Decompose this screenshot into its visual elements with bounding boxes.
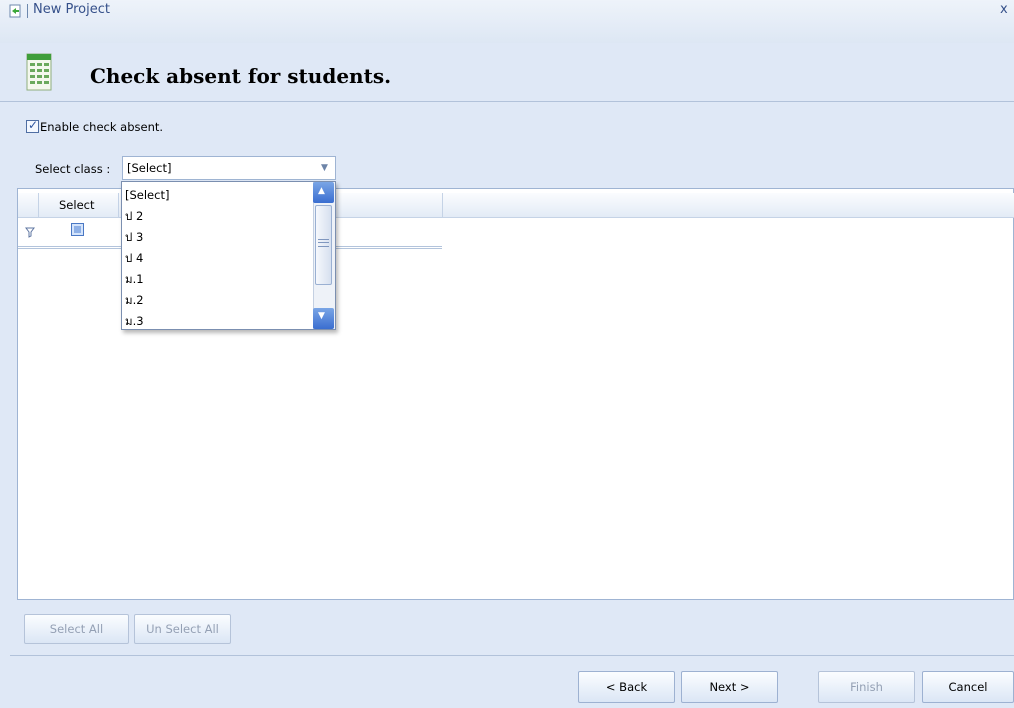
footer-divider [10, 655, 1014, 656]
cancel-button[interactable]: Cancel [922, 671, 1014, 703]
class-select-value: [Select] [127, 161, 172, 175]
dropdown-option[interactable]: ป 4 [125, 251, 143, 272]
grid-row-indicator-header [18, 193, 39, 217]
spreadsheet-icon [24, 52, 58, 94]
select-class-label: Select class : [35, 162, 111, 176]
page-title: Check absent for students. [90, 64, 392, 88]
unselect-all-button[interactable]: Un Select All [134, 614, 231, 644]
dropdown-option[interactable]: ป 3 [125, 230, 143, 251]
column-header-select-label: Select [59, 198, 95, 212]
dropdown-option[interactable]: [Select] [125, 188, 169, 209]
dropdown-option[interactable]: ม.2 [125, 293, 144, 314]
chevron-up-icon: ▲ [318, 186, 325, 196]
chevron-down-icon[interactable]: ▼ [321, 163, 328, 173]
filter-icon [25, 227, 35, 241]
filter-select-checkbox-fill [74, 226, 81, 233]
title-bar [0, 0, 1014, 43]
dropdown-option[interactable]: ม.1 [125, 272, 144, 293]
dropdown-option[interactable]: ม.3 [125, 314, 144, 335]
title-separator [27, 4, 28, 18]
chevron-down-icon: ▼ [318, 311, 325, 321]
app-icon [8, 4, 22, 18]
dropdown-option[interactable]: ป 2 [125, 209, 143, 230]
select-all-button[interactable]: Select All [24, 614, 129, 644]
back-button[interactable]: < Back [578, 671, 675, 703]
finish-button[interactable]: Finish [818, 671, 915, 703]
checkmark-icon: ✓ [28, 118, 39, 132]
window-title: New Project [33, 2, 110, 17]
close-button[interactable]: x [1000, 2, 1014, 18]
grip-icon [318, 239, 329, 247]
next-button[interactable]: Next > [681, 671, 778, 703]
grip-line [318, 242, 329, 243]
enable-check-label[interactable]: Enable check absent. [40, 120, 163, 134]
